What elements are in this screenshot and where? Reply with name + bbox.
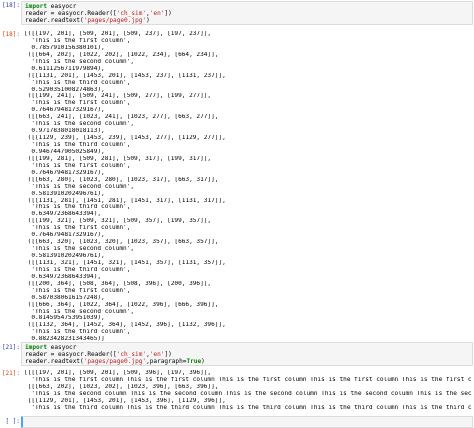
code-token: reader = easyocr.Reader([ [25,351,117,359]
output-line: ([[199, 281], [509, 281], [509, 317], [1… [24,155,212,162]
string-token: 'ch_sim' [116,351,147,359]
output-line: ([[663, 320], [1023, 320], [1023, 357], … [24,239,219,246]
output-line: ([[1129, 239], [1453, 239], [1453, 277],… [24,135,226,142]
output-line: ([[199, 241], [509, 241], [509, 277], [1… [24,93,212,100]
output-line: 'This is the first column', [24,37,131,44]
output-line: ([[199, 321], [509, 321], [509, 357], [1… [24,218,212,225]
keyword-token: import [25,344,48,351]
output-line: 'This is the second column', [24,246,135,253]
output-line: [[[1129, 201], [1453, 201], [1453, 396],… [24,397,226,404]
code-line: reader.readtext('pages/page0.jpg') [25,17,469,24]
code-token: reader.readtext( [25,358,84,366]
code-token: ) [146,17,150,25]
code-editor[interactable]: import easyocr reader = easyocr.Reader(['… [21,342,473,366]
output-line: 0.7646794817329167), [24,232,105,239]
output-line: [[[[197, 201], [509, 201], [509, 396], [… [24,370,212,376]
input-prompt: [21]: [1,344,20,351]
output-line: ([[1131, 201], [1453, 201], [1453, 237],… [24,72,226,79]
output-prompt: [18]: [1,31,20,38]
output-line: ([[1132, 364], [1452, 364], [1452, 396],… [24,322,226,329]
output-line: ([[200, 364], [508, 364], [508, 396], [2… [24,280,212,287]
output-line: ([[664, 202], [1022, 202], [1022, 234], … [24,51,219,58]
output-line: 0.7646794817329167), [24,107,105,114]
output-line: 'This is the first column', [24,162,131,169]
output-line: 0.8145954753951039), [24,315,105,322]
output-line: 'This is the third column', [24,142,131,148]
code-token: reader.readtext( [25,17,84,25]
output-line: 0.5290351008274863), [24,86,105,93]
output-line: 'This is the third column', [24,329,131,336]
output-line: 0.5870380616157248), [24,294,105,301]
output-line: 'This is the second column', [24,183,135,190]
output-line: 'This is the second column', [24,308,135,315]
code-line: reader.readtext('pages/page0.jpg',paragr… [25,358,469,365]
keyword-token: import [25,3,48,10]
output-line: 'This is the first column', [24,287,131,294]
output-line: 0.9717838018018113), [24,128,105,135]
output-line: 0.634972368643394), [24,273,102,280]
output-line: 'This is the second column', [24,58,135,65]
string-token: 'ch_sim' [116,10,147,18]
code-line: import easyocr [25,344,469,351]
code-token: ) [201,358,205,366]
output-line: 0.5813910202496761), [24,253,105,259]
string-token: 'pages/page0.jpg' [83,358,147,366]
output-line: 0.6111256711979894), [24,65,105,72]
output-line: 'This is the second column', [24,121,135,128]
output-line: [([[197, 201], [509, 201], [509, 237], [… [24,31,212,37]
output-line: 0.7857910156380101), [24,44,105,51]
output-line: 0.634972368643394), [24,211,102,218]
output-line: 'This is the third column', [24,79,131,86]
code-token: ,paragraph= [146,358,187,366]
code-line: import easyocr [25,3,469,10]
code-token: ]) [164,351,172,359]
output-line: 0.9467447905025849), [24,148,105,155]
code-token: reader = easyocr.Reader([ [25,10,117,18]
output-line: 'This is the third column This is the th… [24,404,472,411]
output-line: [[[663, 202], [1023, 202], [1023, 396], … [24,383,219,390]
output-line: 'This is the first column', [24,225,131,232]
string-token: 'en' [149,351,165,359]
output-line: 0.7646794817329167), [24,169,105,176]
input-prompt: [18]: [1,2,20,9]
output-line: 'This is the first column', [24,100,131,107]
code-editor-empty[interactable] [21,416,473,428]
input-prompt: [ ]: [5,418,20,425]
cell-output: [[[[197, 201], [509, 201], [509, 396], [… [24,370,472,412]
output-line: 'This is the second column This is the s… [24,390,472,397]
string-token: 'en' [149,10,165,18]
output-line: 0.5813910202496761), [24,190,105,197]
output-line: ([[666, 364], [1022, 364], [1022, 396], … [24,301,219,308]
output-line: 'This is the first column This is the fi… [24,376,472,383]
output-line: ([[1131, 281], [1451, 281], [1451, 317],… [24,197,226,204]
output-line: ([[663, 280], [1023, 280], [1023, 317], … [24,176,219,183]
output-line: 'This is the third column', [24,266,131,273]
output-prompt: [21]: [1,370,20,377]
cell-output: [([[197, 201], [509, 201], [509, 237], [… [24,31,472,343]
output-line: ([[1131, 321], [1451, 321], [1451, 357],… [24,259,226,266]
output-line: ([[663, 241], [1023, 241], [1023, 277], … [24,114,219,121]
code-token: ]) [164,10,172,18]
code-line: reader = easyocr.Reader(['ch_sim','en']) [25,10,469,17]
code-token: easyocr [47,3,77,10]
code-line: reader = easyocr.Reader(['ch_sim','en']) [25,351,469,358]
keyword-token: True [186,358,202,366]
string-token: 'pages/page0.jpg' [83,17,147,25]
output-line: 'This is the third column', [24,204,131,211]
code-editor[interactable]: import easyocr reader = easyocr.Reader(['… [21,1,473,25]
code-token: easyocr [47,344,77,351]
